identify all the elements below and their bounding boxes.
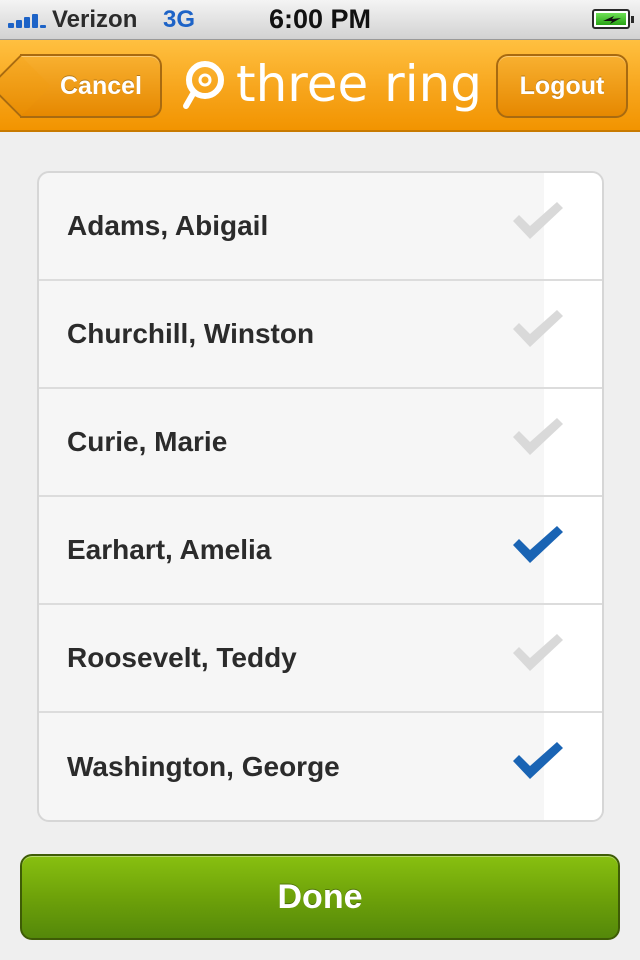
list-item[interactable]: Churchill, Winston: [39, 281, 602, 389]
checkmark-unchecked-icon[interactable]: [511, 417, 565, 459]
person-name: Curie, Marie: [67, 426, 228, 457]
person-name: Washington, George: [67, 751, 340, 782]
done-button[interactable]: Done: [20, 854, 620, 940]
person-name: Adams, Abigail: [67, 210, 269, 241]
three-ring-logo: three ring: [180, 52, 482, 116]
cancel-button-label: Cancel: [60, 71, 142, 100]
battery-icon: [592, 9, 634, 29]
logout-button-label: Logout: [519, 71, 605, 100]
list-item[interactable]: Earhart, Amelia: [39, 497, 602, 605]
checkmark-unchecked-icon[interactable]: [511, 309, 565, 351]
person-name: Churchill, Winston: [67, 318, 315, 349]
person-name: Roosevelt, Teddy: [67, 642, 297, 673]
list-item[interactable]: Adams, Abigail: [39, 173, 602, 281]
list-item[interactable]: Washington, George: [39, 713, 602, 820]
logout-button[interactable]: Logout: [496, 54, 628, 118]
people-checklist: Adams, Abigail Churchill, Winston Curie, M…: [37, 171, 604, 822]
status-bar: Verizon 3G 6:00 PM: [0, 0, 640, 40]
app-header: Cancel three ring Logout: [0, 40, 640, 132]
cancel-button[interactable]: Cancel: [0, 54, 162, 118]
done-button-label: Done: [277, 877, 363, 916]
status-time: 6:00 PM: [268, 4, 372, 34]
logo-text: three ring: [236, 55, 483, 113]
checkmark-unchecked-icon[interactable]: [511, 633, 565, 675]
checkmark-unchecked-icon[interactable]: [511, 201, 565, 243]
list-item[interactable]: Curie, Marie: [39, 389, 602, 497]
list-item[interactable]: Roosevelt, Teddy: [39, 605, 602, 713]
checkmark-checked-icon[interactable]: [511, 525, 565, 567]
checkmark-checked-icon[interactable]: [511, 741, 565, 783]
back-arrow-icon: [0, 54, 52, 118]
person-name: Earhart, Amelia: [67, 534, 272, 565]
ring-logo-icon: [183, 61, 224, 109]
